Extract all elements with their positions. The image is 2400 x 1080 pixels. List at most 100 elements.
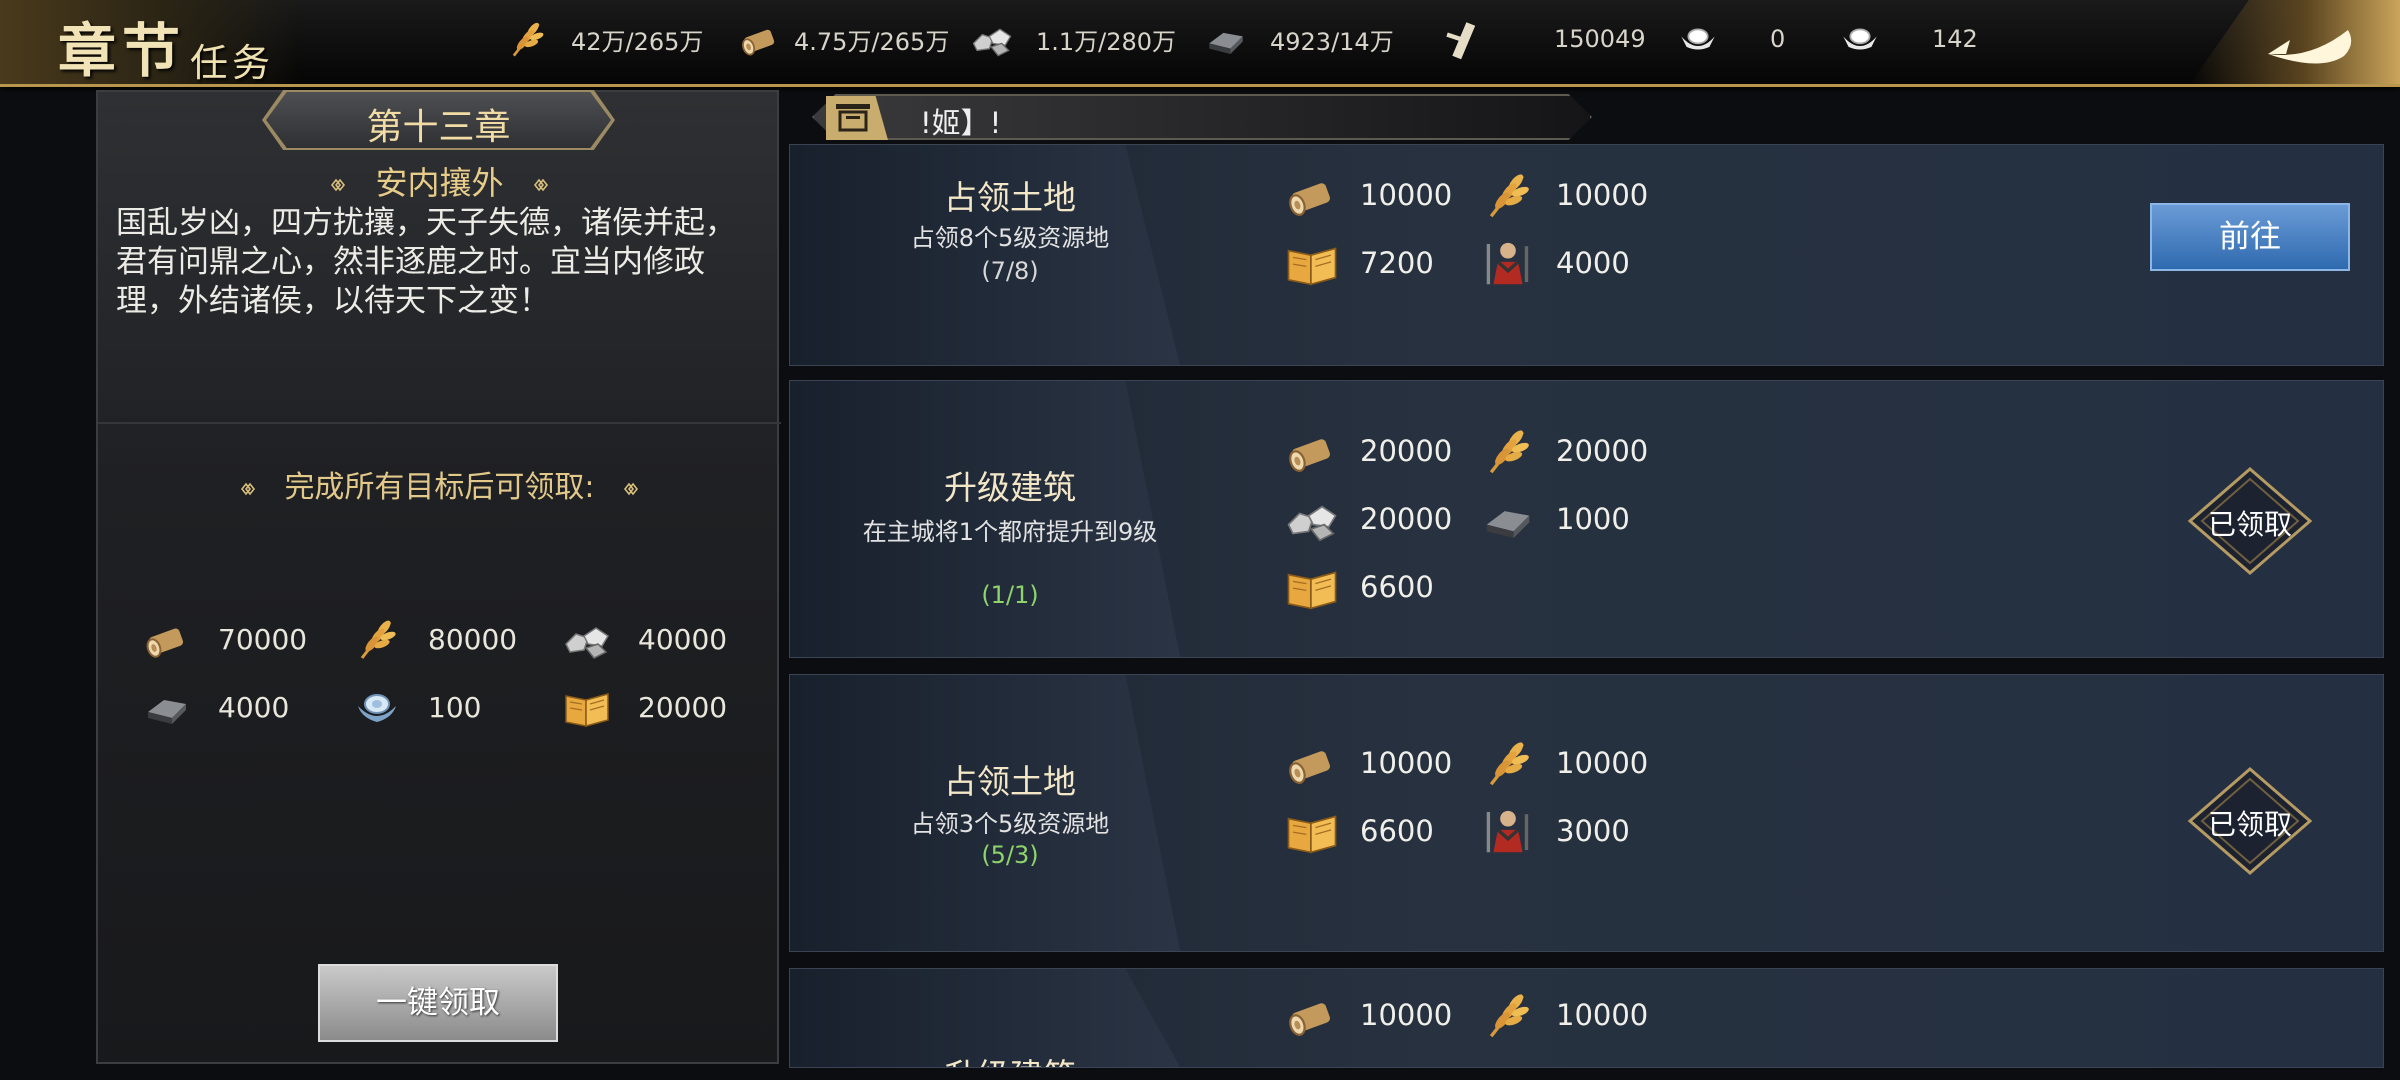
notice-icon	[836, 104, 870, 132]
task-reward: 3000	[1480, 803, 1630, 859]
wood-icon	[1284, 987, 1340, 1043]
reward-value: 10000	[1360, 746, 1453, 780]
task-name: 占领土地	[944, 762, 1076, 801]
task-reward: 20000	[1284, 491, 1452, 547]
reward-value: 1000	[1556, 502, 1630, 536]
book-icon	[1284, 803, 1340, 859]
resource-silver-ingot[interactable]: 142	[1838, 18, 1978, 60]
claim-all-button[interactable]: 一键领取	[318, 964, 558, 1042]
silver-ingot-icon	[1838, 17, 1882, 61]
task-reward: 10000	[1284, 735, 1452, 791]
resource-wood[interactable]: 4.75万/265万	[738, 18, 949, 60]
reward-title-row: 完成所有目标后可领取:	[98, 462, 781, 506]
book-icon	[562, 682, 612, 732]
task-desc: 占领8个5级资源地	[910, 224, 1110, 252]
task-reward: 10000	[1480, 167, 1648, 223]
chapter-reward-silver: 100	[352, 682, 481, 732]
resource-value: 4923/14万	[1270, 27, 1394, 56]
stone-icon	[970, 17, 1014, 61]
back-arrow-icon	[2268, 30, 2352, 64]
reward-value: 20000	[1360, 502, 1453, 536]
task-progress: (5/3)	[981, 841, 1039, 869]
grain-icon	[1480, 987, 1536, 1043]
notice-text: !姬】!	[920, 106, 1002, 140]
claimed-label: 已领取	[2207, 508, 2292, 541]
task-name: 升级建筑	[944, 468, 1076, 507]
resource-stone[interactable]: 1.1万/280万	[970, 18, 1176, 60]
resource-gold-ingot[interactable]: 0	[1676, 18, 1785, 60]
resource-grain[interactable]: 42万/265万	[505, 18, 703, 60]
resource-value: 1.1万/280万	[1036, 27, 1177, 56]
chapter-panel: 第十三章 安内攘外 国乱岁凶，四方扰攘，天子失德，诸侯并起，君有问鼎之心，然非逐…	[96, 90, 781, 1064]
claimed-label: 已领取	[2207, 808, 2292, 841]
reward-value: 20000	[638, 690, 728, 724]
reward-value: 100	[428, 690, 482, 724]
resource-value: 142	[1932, 25, 1978, 53]
reward-value: 70000	[218, 622, 308, 656]
reward-value: 10000	[1360, 998, 1453, 1032]
resource-value: 150049	[1554, 25, 1646, 53]
page-title: 章节	[58, 17, 187, 85]
iron-icon	[142, 682, 192, 732]
diamond-ornament-icon	[237, 482, 259, 496]
task-name: 升级建筑	[790, 1049, 1230, 1067]
chapter-description: 国乱岁凶，四方扰攘，天子失德，诸侯并起，君有问鼎之心，然非逐鹿之时。宜当内修政理…	[116, 205, 736, 319]
reward-value: 10000	[1556, 178, 1649, 212]
iron-icon	[1480, 491, 1536, 547]
grain-icon	[352, 614, 402, 664]
reward-value: 10000	[1556, 746, 1649, 780]
go-button[interactable]: 前往	[2150, 203, 2350, 271]
reward-value: 40000	[638, 622, 728, 656]
grain-icon	[505, 17, 549, 61]
task-reward: 6600	[1284, 803, 1434, 859]
chapter-reward-book: 20000	[562, 682, 727, 732]
resource-value: 42万/265万	[571, 27, 704, 56]
top-bar: 章节 任务 42万/265万 4.75万/265万 1.1万/280万 4923…	[0, 0, 2400, 87]
task-card: 升级建筑 在主城将1个都府提升到9级 (1/1) 20000 20000 200…	[789, 380, 2384, 658]
stone-icon	[562, 614, 612, 664]
chapter-subtitle: 安内攘外	[375, 164, 504, 202]
chapter-title: 第十三章	[366, 107, 511, 148]
task-card: 占领土地 占领3个5级资源地 (5/3) 10000 10000 6600 30…	[789, 674, 2384, 952]
resource-decree[interactable]: 150049	[1440, 18, 1646, 60]
chapter-reward-stone: 40000	[562, 614, 727, 664]
task-reward: 20000	[1284, 423, 1452, 479]
book-icon	[1284, 235, 1340, 291]
task-reward: 10000	[1480, 735, 1648, 791]
chapter-reward-wood: 70000	[142, 614, 307, 664]
reward-value: 6600	[1360, 570, 1434, 604]
reward-value: 80000	[428, 622, 518, 656]
book-icon	[1284, 559, 1340, 615]
decree-icon	[1440, 17, 1484, 61]
chapter-reward-grain: 80000	[352, 614, 517, 664]
troops-icon	[1480, 235, 1536, 291]
divider	[98, 422, 781, 424]
grain-icon	[1480, 167, 1536, 223]
grain-icon	[1480, 735, 1536, 791]
task-reward: 10000	[1284, 987, 1452, 1043]
back-button[interactable]	[2190, 0, 2400, 84]
page-subtitle: 任务	[190, 41, 275, 85]
task-reward: 10000	[1480, 987, 1648, 1043]
grain-icon	[1480, 423, 1536, 479]
reward-value: 7200	[1360, 246, 1434, 280]
task-progress: (1/1)	[981, 581, 1039, 609]
resource-value: 0	[1770, 25, 1786, 53]
stone-icon	[1284, 491, 1340, 547]
task-reward: 6600	[1284, 559, 1434, 615]
reward-value: 10000	[1360, 178, 1453, 212]
resource-value: 4.75万/265万	[794, 27, 950, 56]
task-name: 占领土地	[944, 178, 1076, 217]
troops-icon	[1480, 803, 1536, 859]
gold-ingot-icon	[1676, 17, 1720, 61]
task-desc: 在主城将1个都府提升到9级	[862, 518, 1158, 546]
resource-iron[interactable]: 4923/14万	[1204, 18, 1394, 60]
reward-title: 完成所有目标后可领取:	[284, 470, 595, 505]
task-reward: 7200	[1284, 235, 1434, 291]
reward-value: 6600	[1360, 814, 1434, 848]
iron-icon	[1204, 17, 1248, 61]
wood-icon	[738, 17, 782, 61]
reward-value: 20000	[1556, 434, 1649, 468]
wood-icon	[1284, 735, 1340, 791]
task-reward: 1000	[1480, 491, 1630, 547]
